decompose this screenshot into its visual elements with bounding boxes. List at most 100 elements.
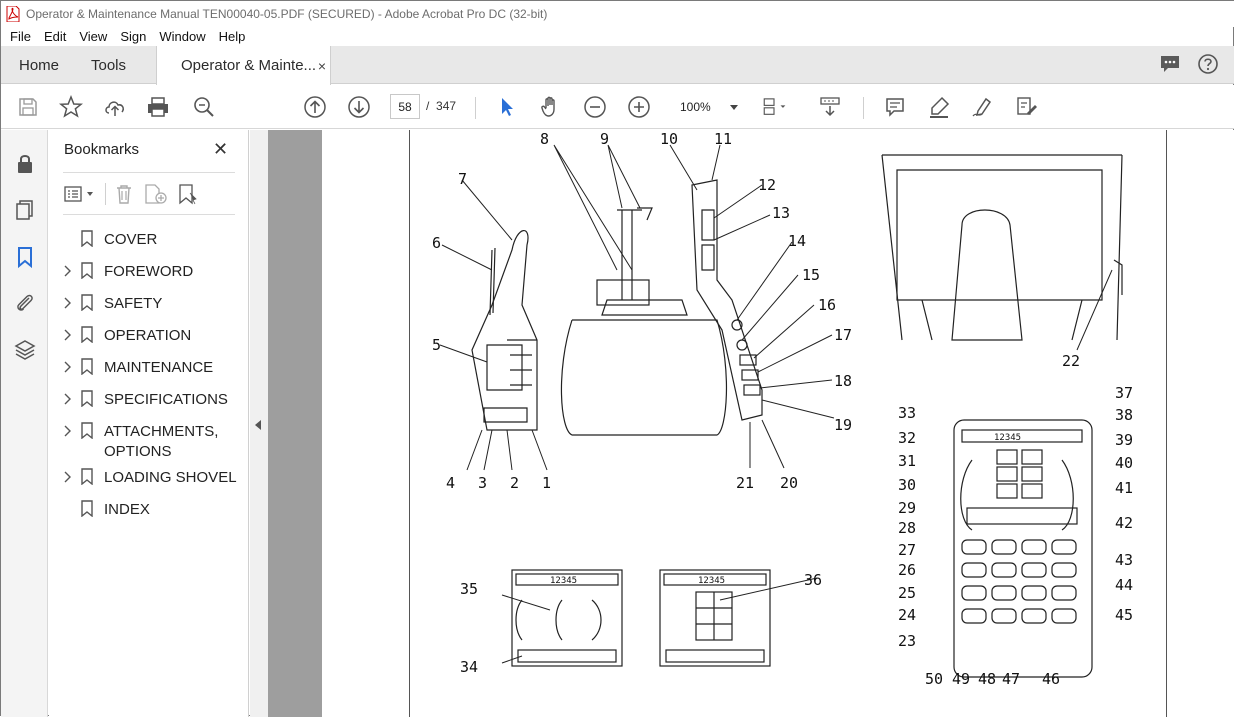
options-menu-icon[interactable]: [63, 184, 99, 204]
bookmark-label: INDEX: [104, 501, 150, 518]
new-bookmark-icon[interactable]: [142, 183, 172, 205]
callout-31: 31: [898, 452, 916, 470]
callout-40: 40: [1115, 454, 1133, 472]
acrobat-window: Operator & Maintenance Manual TEN00040-0…: [0, 0, 1234, 717]
sign-pen-icon[interactable]: [969, 94, 995, 120]
print-icon[interactable]: [145, 94, 171, 120]
zoom-select[interactable]: 100%: [672, 95, 742, 119]
chevron-right-icon[interactable]: [62, 328, 72, 342]
callout-36: 36: [804, 571, 822, 589]
callout-16: 16: [818, 296, 836, 314]
callout-48: 48: [978, 670, 996, 688]
callout-2: 2: [510, 474, 519, 492]
menu-sign[interactable]: Sign: [120, 29, 146, 44]
menu-view[interactable]: View: [79, 29, 107, 44]
zoom-in-icon[interactable]: [626, 94, 652, 120]
comment-icon[interactable]: [882, 94, 908, 120]
viewer-margin: [268, 130, 322, 717]
page-fit-icon[interactable]: [761, 94, 787, 120]
lock-icon[interactable]: [13, 152, 37, 176]
bookmark-label: MAINTENANCE: [104, 359, 214, 376]
bookmarks-toolbar: [63, 182, 202, 206]
chevron-right-icon[interactable]: [62, 264, 72, 278]
chevron-right-icon[interactable]: [62, 392, 72, 406]
close-icon[interactable]: ✕: [213, 139, 228, 160]
highlighter-icon[interactable]: [926, 94, 952, 120]
chevron-right-icon[interactable]: [62, 470, 72, 484]
help-icon[interactable]: [1197, 53, 1219, 75]
bookmark-find-icon[interactable]: [176, 183, 202, 205]
callout-3: 3: [478, 474, 487, 492]
delete-trash-icon[interactable]: [112, 183, 136, 205]
bookmark-flag-icon: [81, 468, 93, 485]
page-thumbnails-icon[interactable]: [13, 198, 37, 222]
bookmarks-tool-divider: [105, 183, 106, 205]
panel-collapse-handle[interactable]: [250, 130, 268, 717]
pdf-page: 8 9 10 11 12 13 14 15 16 17 18 19 20 21 …: [322, 130, 1234, 717]
callout-32: 32: [898, 429, 916, 447]
hand-tool-icon[interactable]: [538, 94, 564, 120]
callout-28: 28: [898, 519, 916, 537]
callout-20: 20: [780, 474, 798, 492]
tab-tools[interactable]: Tools: [91, 46, 126, 84]
callout-35: 35: [460, 580, 478, 598]
callout-9: 9: [600, 130, 609, 148]
bookmark-label: COVER: [104, 231, 158, 248]
odometer-monitor: 12345: [994, 433, 1021, 443]
zoom-out-icon[interactable]: [582, 94, 608, 120]
bookmark-label: OPERATION: [104, 327, 192, 344]
callout-44: 44: [1115, 576, 1133, 594]
bookmarks-divider: [63, 172, 235, 173]
tab-close-icon[interactable]: ×: [318, 58, 326, 74]
callout-4: 4: [446, 474, 455, 492]
cloud-upload-icon[interactable]: [102, 94, 128, 120]
callout-38: 38: [1115, 406, 1133, 424]
save-icon[interactable]: [15, 94, 41, 120]
menu-bar: File Edit View Sign Window Help: [1, 27, 1234, 46]
page-number-input[interactable]: 58: [390, 94, 420, 119]
bookmark-label: SAFETY: [104, 295, 163, 312]
chevron-right-icon[interactable]: [62, 424, 72, 438]
zoom-search-icon[interactable]: [191, 94, 217, 120]
tab-document[interactable]: Operator & Mainte... ×: [156, 46, 331, 85]
bookmark-label: SPECIFICATIONS: [104, 391, 228, 408]
comment-bubble-icon[interactable]: [1159, 53, 1181, 75]
odometer-small-left: 12345: [550, 576, 577, 586]
bookmarks-panel: Bookmarks ✕ COVER FOREWORD SAFETY OPERAT…: [49, 130, 249, 717]
callout-17: 17: [834, 326, 852, 344]
layers-icon[interactable]: [13, 338, 37, 362]
attachment-paperclip-icon[interactable]: [13, 291, 37, 315]
callout-42: 42: [1115, 514, 1133, 532]
menu-edit[interactable]: Edit: [44, 29, 66, 44]
chevron-right-icon[interactable]: [62, 360, 72, 374]
next-page-icon[interactable]: [346, 94, 372, 120]
bookmarks-divider-2: [63, 214, 235, 215]
callout-5: 5: [432, 336, 441, 354]
callout-24: 24: [898, 606, 916, 624]
toolbar-divider-2: [863, 97, 864, 119]
callout-8: 8: [540, 130, 549, 148]
operator-cab-diagram: 8 9 10 11 12 13 14 15 16 17 18 19 20 21 …: [432, 130, 1133, 688]
tab-home[interactable]: Home: [19, 46, 59, 84]
previous-page-icon[interactable]: [302, 94, 328, 120]
callout-47: 47: [1002, 670, 1020, 688]
callout-21: 21: [736, 474, 754, 492]
callout-50: 50: [925, 670, 943, 688]
callout-1: 1: [542, 474, 551, 492]
bookmark-icon[interactable]: [13, 245, 37, 269]
redact-tools-icon[interactable]: [1013, 94, 1039, 120]
menu-help[interactable]: Help: [219, 29, 246, 44]
bookmark-flag-icon: [81, 294, 93, 311]
callout-12: 12: [758, 176, 776, 194]
menu-window[interactable]: Window: [159, 29, 205, 44]
chevron-right-icon[interactable]: [62, 296, 72, 310]
star-icon[interactable]: [58, 94, 84, 120]
select-cursor-icon[interactable]: [494, 94, 520, 120]
chevron-down-icon: [730, 105, 738, 110]
main-toolbar: 58 / 347 100%: [1, 85, 1234, 129]
menu-file[interactable]: File: [10, 29, 31, 44]
callout-11: 11: [714, 130, 732, 148]
callout-6: 6: [432, 234, 441, 252]
scroll-mode-icon[interactable]: [817, 94, 843, 120]
bookmark-flag-icon: [81, 390, 93, 407]
